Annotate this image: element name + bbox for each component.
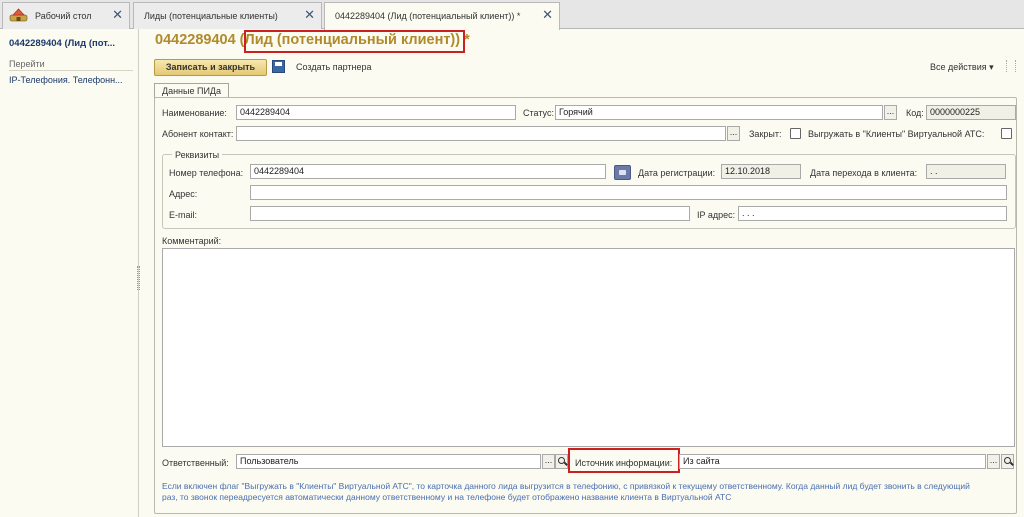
title-number: 0442289404 <box>155 32 236 48</box>
responsible-pick-button[interactable]: ... <box>542 454 555 469</box>
resize-grip-icon[interactable] <box>1006 60 1016 72</box>
status-input[interactable]: Горячий <box>555 105 883 120</box>
close-icon[interactable]: ✕ <box>112 8 123 21</box>
closed-checkbox[interactable] <box>790 128 801 139</box>
close-icon[interactable]: ✕ <box>304 8 315 21</box>
tab-label: 0442289404 (Лид (потенциальный клиент)) … <box>335 11 521 21</box>
address-label: Адрес: <box>169 189 198 199</box>
reg-date-input[interactable]: 12.10.2018 <box>721 164 801 179</box>
phone-icon[interactable] <box>614 165 631 180</box>
responsible-search-icon[interactable] <box>555 454 568 469</box>
status-pick-button[interactable]: ... <box>884 105 897 120</box>
code-label: Код: <box>906 108 924 118</box>
email-input[interactable] <box>250 206 690 221</box>
ip-label: IP адрес: <box>697 210 736 220</box>
tab-label: Лиды (потенциальные клиенты) <box>144 11 278 21</box>
source-input[interactable]: Из сайта <box>679 454 986 469</box>
export-checkbox[interactable] <box>1001 128 1012 139</box>
ip-input[interactable]: . . . <box>738 206 1007 221</box>
nav-panel-title[interactable]: 0442289404 (Лид (пот... <box>9 38 115 49</box>
transfer-date-label: Дата перехода в клиента: <box>810 168 918 178</box>
email-label: E-mail: <box>169 210 198 220</box>
code-input[interactable]: 0000000225 <box>926 105 1016 120</box>
tab-lead-card[interactable]: 0442289404 (Лид (потенциальный клиент)) … <box>324 2 560 30</box>
source-pick-button[interactable]: ... <box>987 454 1000 469</box>
close-icon[interactable]: ✕ <box>542 8 553 21</box>
desktop-home-icon <box>9 8 28 22</box>
reg-date-label: Дата регистрации: <box>638 168 716 178</box>
all-actions-label: Все действия <box>930 62 987 72</box>
subscriber-label: Абонент контакт: <box>162 129 234 139</box>
transfer-date-input[interactable]: . . <box>926 164 1006 179</box>
chevron-down-icon: ▾ <box>989 62 994 72</box>
save-and-close-button[interactable]: Записать и закрыть <box>154 59 267 76</box>
panel-splitter[interactable] <box>137 266 140 290</box>
title-highlight-box <box>244 30 465 53</box>
source-label: Источник информации: <box>575 458 673 468</box>
phone-input[interactable]: 0442289404 <box>250 164 606 179</box>
subscriber-input[interactable] <box>236 126 726 141</box>
tab-label: Рабочий стол <box>35 11 92 21</box>
save-disk-icon[interactable] <box>272 60 285 73</box>
responsible-label: Ответственный: <box>162 458 229 468</box>
navigation-panel: 0442289404 (Лид (пот... Перейти IP-Телеф… <box>0 29 139 517</box>
name-input[interactable]: 0442289404 <box>236 105 516 120</box>
nav-item-ip-telephony[interactable]: IP-Телефония. Телефонн... <box>9 75 123 85</box>
export-info-note: Если включен флаг "Выгружать в "Клиенты"… <box>162 481 970 502</box>
comment-textarea[interactable] <box>162 248 1015 447</box>
responsible-input[interactable]: Пользователь <box>236 454 541 469</box>
source-search-icon[interactable] <box>1001 454 1014 469</box>
requisites-title: Реквизиты <box>172 150 223 160</box>
tab-lead-data[interactable]: Данные ПИДа <box>154 83 229 98</box>
create-partner-button[interactable]: Создать партнера <box>296 62 372 72</box>
status-label: Статус: <box>523 108 554 118</box>
tab-desktop[interactable]: Рабочий стол ✕ <box>2 2 130 29</box>
closed-label: Закрыт: <box>749 129 782 139</box>
name-label: Наименование: <box>162 108 227 118</box>
export-label: Выгружать в "Клиенты" Виртуальной АТС: <box>808 129 985 139</box>
phone-label: Номер телефона: <box>169 168 244 178</box>
tab-bar: Рабочий стол ✕ Лиды (потенциальные клиен… <box>0 0 1024 30</box>
address-input[interactable] <box>250 185 1007 200</box>
tab-leads[interactable]: Лиды (потенциальные клиенты) ✕ <box>133 2 322 29</box>
nav-go-header: Перейти <box>9 59 133 71</box>
comment-label: Комментарий: <box>162 236 222 246</box>
subscriber-pick-button[interactable]: ... <box>727 126 740 141</box>
all-actions-menu[interactable]: Все действия ▾ <box>930 62 994 73</box>
